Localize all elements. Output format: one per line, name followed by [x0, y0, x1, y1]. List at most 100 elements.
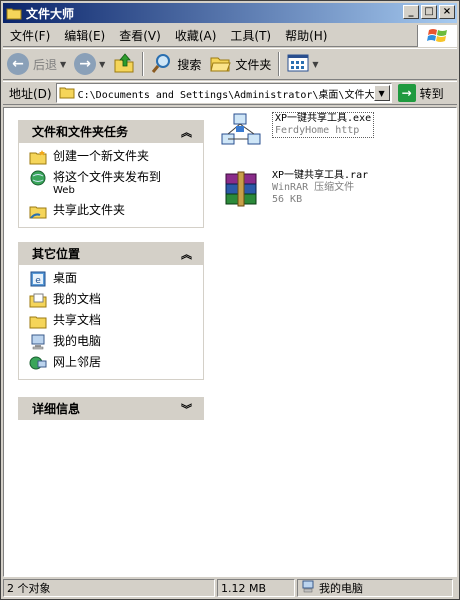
- menu-file[interactable]: 文件(F): [3, 27, 57, 44]
- file-type: WinRAR 压缩文件: [272, 182, 355, 193]
- place-shared-documents[interactable]: 共享文档: [29, 313, 195, 329]
- back-arrow-icon: ←: [7, 53, 29, 75]
- file-tasks-body: 创建一个新文件夹 将这个文件夹发布到 Web 共享此文件夹: [18, 143, 204, 228]
- task-label: 将这个文件夹发布到 Web: [53, 170, 161, 198]
- content-area: 文件和文件夹任务 ︽ 创建一个新文件夹 将这个文件夹发布到 Web 共享此文件夹…: [3, 107, 457, 577]
- folders-button[interactable]: 文件夹: [205, 50, 275, 78]
- folder-icon: [6, 6, 22, 20]
- window-title: 文件大师: [26, 6, 75, 21]
- file-list: XP一键共享工具.exe FerdyHome http XP一键共享工具.rar: [218, 108, 456, 576]
- views-button[interactable]: ▼: [283, 50, 322, 78]
- address-bar: 地址(D) C:\Documents and Settings\Administ…: [3, 81, 457, 105]
- address-label: 地址(D): [9, 86, 52, 101]
- search-button[interactable]: 搜索: [147, 50, 205, 78]
- forward-arrow-icon: →: [74, 53, 97, 75]
- menu-help[interactable]: 帮助(H): [278, 27, 334, 44]
- task-share-folder[interactable]: 共享此文件夹: [29, 203, 195, 219]
- close-icon: ×: [442, 6, 452, 17]
- file-name: XP一键共享工具.exe: [275, 113, 372, 124]
- chevron-down-icon: ▼: [60, 59, 67, 69]
- desktop-icon: e: [29, 271, 47, 287]
- search-label: 搜索: [177, 57, 202, 72]
- computer-icon: [29, 334, 47, 350]
- task-pane: 文件和文件夹任务 ︽ 创建一个新文件夹 将这个文件夹发布到 Web 共享此文件夹…: [4, 108, 216, 576]
- chevron-down-icon: ▼: [312, 59, 319, 69]
- toolbar-separator: [278, 52, 281, 76]
- place-desktop[interactable]: e 桌面: [29, 271, 195, 287]
- file-name: XP一键共享工具.rar: [272, 170, 369, 181]
- forward-button[interactable]: → ▼: [70, 50, 109, 78]
- menu-edit[interactable]: 编辑(E): [57, 27, 112, 44]
- file-item-exe[interactable]: XP一键共享工具.exe FerdyHome http: [220, 112, 375, 152]
- folders-label: 文件夹: [235, 57, 272, 72]
- task-label: 共享此文件夹: [53, 203, 126, 217]
- details-panel: 详细信息 ︾: [18, 397, 204, 420]
- place-label: 我的电脑: [53, 334, 102, 348]
- back-button[interactable]: ← 后退 ▼: [3, 50, 70, 78]
- place-network[interactable]: 网上邻居: [29, 355, 195, 371]
- panel-title: 其它位置: [32, 247, 81, 261]
- folder-icon: [59, 85, 75, 102]
- up-button[interactable]: [109, 50, 139, 78]
- menu-bar: 文件(F) 编辑(E) 查看(V) 收藏(A) 工具(T) 帮助(H): [3, 25, 457, 47]
- place-label: 共享文档: [53, 313, 102, 327]
- panel-title: 详细信息: [32, 402, 81, 416]
- task-publish-web[interactable]: 将这个文件夹发布到 Web: [29, 170, 195, 198]
- new-folder-icon: [29, 149, 47, 165]
- search-icon: [151, 52, 173, 77]
- folders-icon: [209, 53, 232, 76]
- task-label-sub: Web: [53, 185, 75, 196]
- menu-view[interactable]: 查看(V): [112, 27, 168, 44]
- place-label: 我的文档: [53, 292, 102, 306]
- place-label: 网上邻居: [53, 355, 102, 369]
- explorer-window: 文件大师 _ □ × 文件(F) 编辑(E) 查看(V) 收藏(A) 工具(T)…: [0, 0, 460, 600]
- my-documents-icon: [29, 292, 47, 308]
- file-info: XP一键共享工具.rar WinRAR 压缩文件 56 KB: [272, 170, 368, 210]
- place-my-documents[interactable]: 我的文档: [29, 292, 195, 308]
- shared-folder-icon: [29, 203, 47, 219]
- task-label: 创建一个新文件夹: [53, 149, 150, 163]
- views-icon: [287, 54, 309, 75]
- minimize-button[interactable]: _: [403, 5, 419, 19]
- toolbar: ← 后退 ▼ → ▼ 搜索 文件夹 ▼: [3, 48, 457, 80]
- network-share-app-icon: [220, 112, 264, 152]
- go-button[interactable]: → 转到: [397, 84, 444, 102]
- minimize-icon: _: [408, 6, 414, 17]
- go-label: 转到: [419, 86, 444, 101]
- collapse-chevron-icon[interactable]: ︽: [181, 124, 192, 140]
- file-selection-box: XP一键共享工具.exe FerdyHome http: [272, 112, 375, 138]
- other-places-header[interactable]: 其它位置 ︽: [18, 242, 204, 265]
- status-location: 我的电脑: [297, 579, 453, 597]
- file-info: XP一键共享工具.exe FerdyHome http: [272, 112, 375, 152]
- toolbar-separator: [142, 52, 145, 76]
- file-tasks-panel: 文件和文件夹任务 ︽ 创建一个新文件夹 将这个文件夹发布到 Web 共享此文件夹: [18, 120, 204, 228]
- status-size: 1.12 MB: [217, 579, 295, 597]
- place-my-computer[interactable]: 我的电脑: [29, 334, 195, 350]
- file-description: FerdyHome http: [275, 125, 360, 136]
- maximize-button[interactable]: □: [421, 5, 437, 19]
- close-button[interactable]: ×: [439, 5, 455, 19]
- task-label-main: 将这个文件夹发布到: [53, 170, 162, 184]
- winrar-archive-icon: [220, 170, 264, 210]
- other-places-panel: 其它位置 ︽ e 桌面 我的文档 共享文档 我的电脑 网上邻居: [18, 242, 204, 380]
- status-location-label: 我的电脑: [319, 582, 363, 595]
- title-bar[interactable]: 文件大师 _ □ ×: [3, 3, 457, 23]
- details-header[interactable]: 详细信息 ︾: [18, 397, 204, 420]
- file-tasks-header[interactable]: 文件和文件夹任务 ︽: [18, 120, 204, 143]
- status-bar: 2 个对象 1.12 MB 我的电脑: [3, 579, 457, 597]
- file-item-rar[interactable]: XP一键共享工具.rar WinRAR 压缩文件 56 KB: [220, 170, 368, 210]
- folder-up-icon: [113, 52, 135, 77]
- expand-chevron-icon[interactable]: ︾: [181, 401, 192, 417]
- computer-icon: [301, 580, 315, 596]
- menu-tools[interactable]: 工具(T): [223, 27, 278, 44]
- address-dropdown-button[interactable]: ▼: [373, 85, 390, 101]
- menu-favorites[interactable]: 收藏(A): [168, 27, 224, 44]
- svg-text:e: e: [35, 276, 41, 286]
- task-new-folder[interactable]: 创建一个新文件夹: [29, 149, 195, 165]
- status-objects: 2 个对象: [3, 579, 215, 597]
- maximize-icon: □: [424, 6, 434, 17]
- place-label: 桌面: [53, 271, 78, 285]
- windows-logo-icon: [417, 25, 457, 47]
- collapse-chevron-icon[interactable]: ︽: [181, 246, 192, 262]
- address-input[interactable]: C:\Documents and Settings\Administrator\…: [55, 83, 392, 103]
